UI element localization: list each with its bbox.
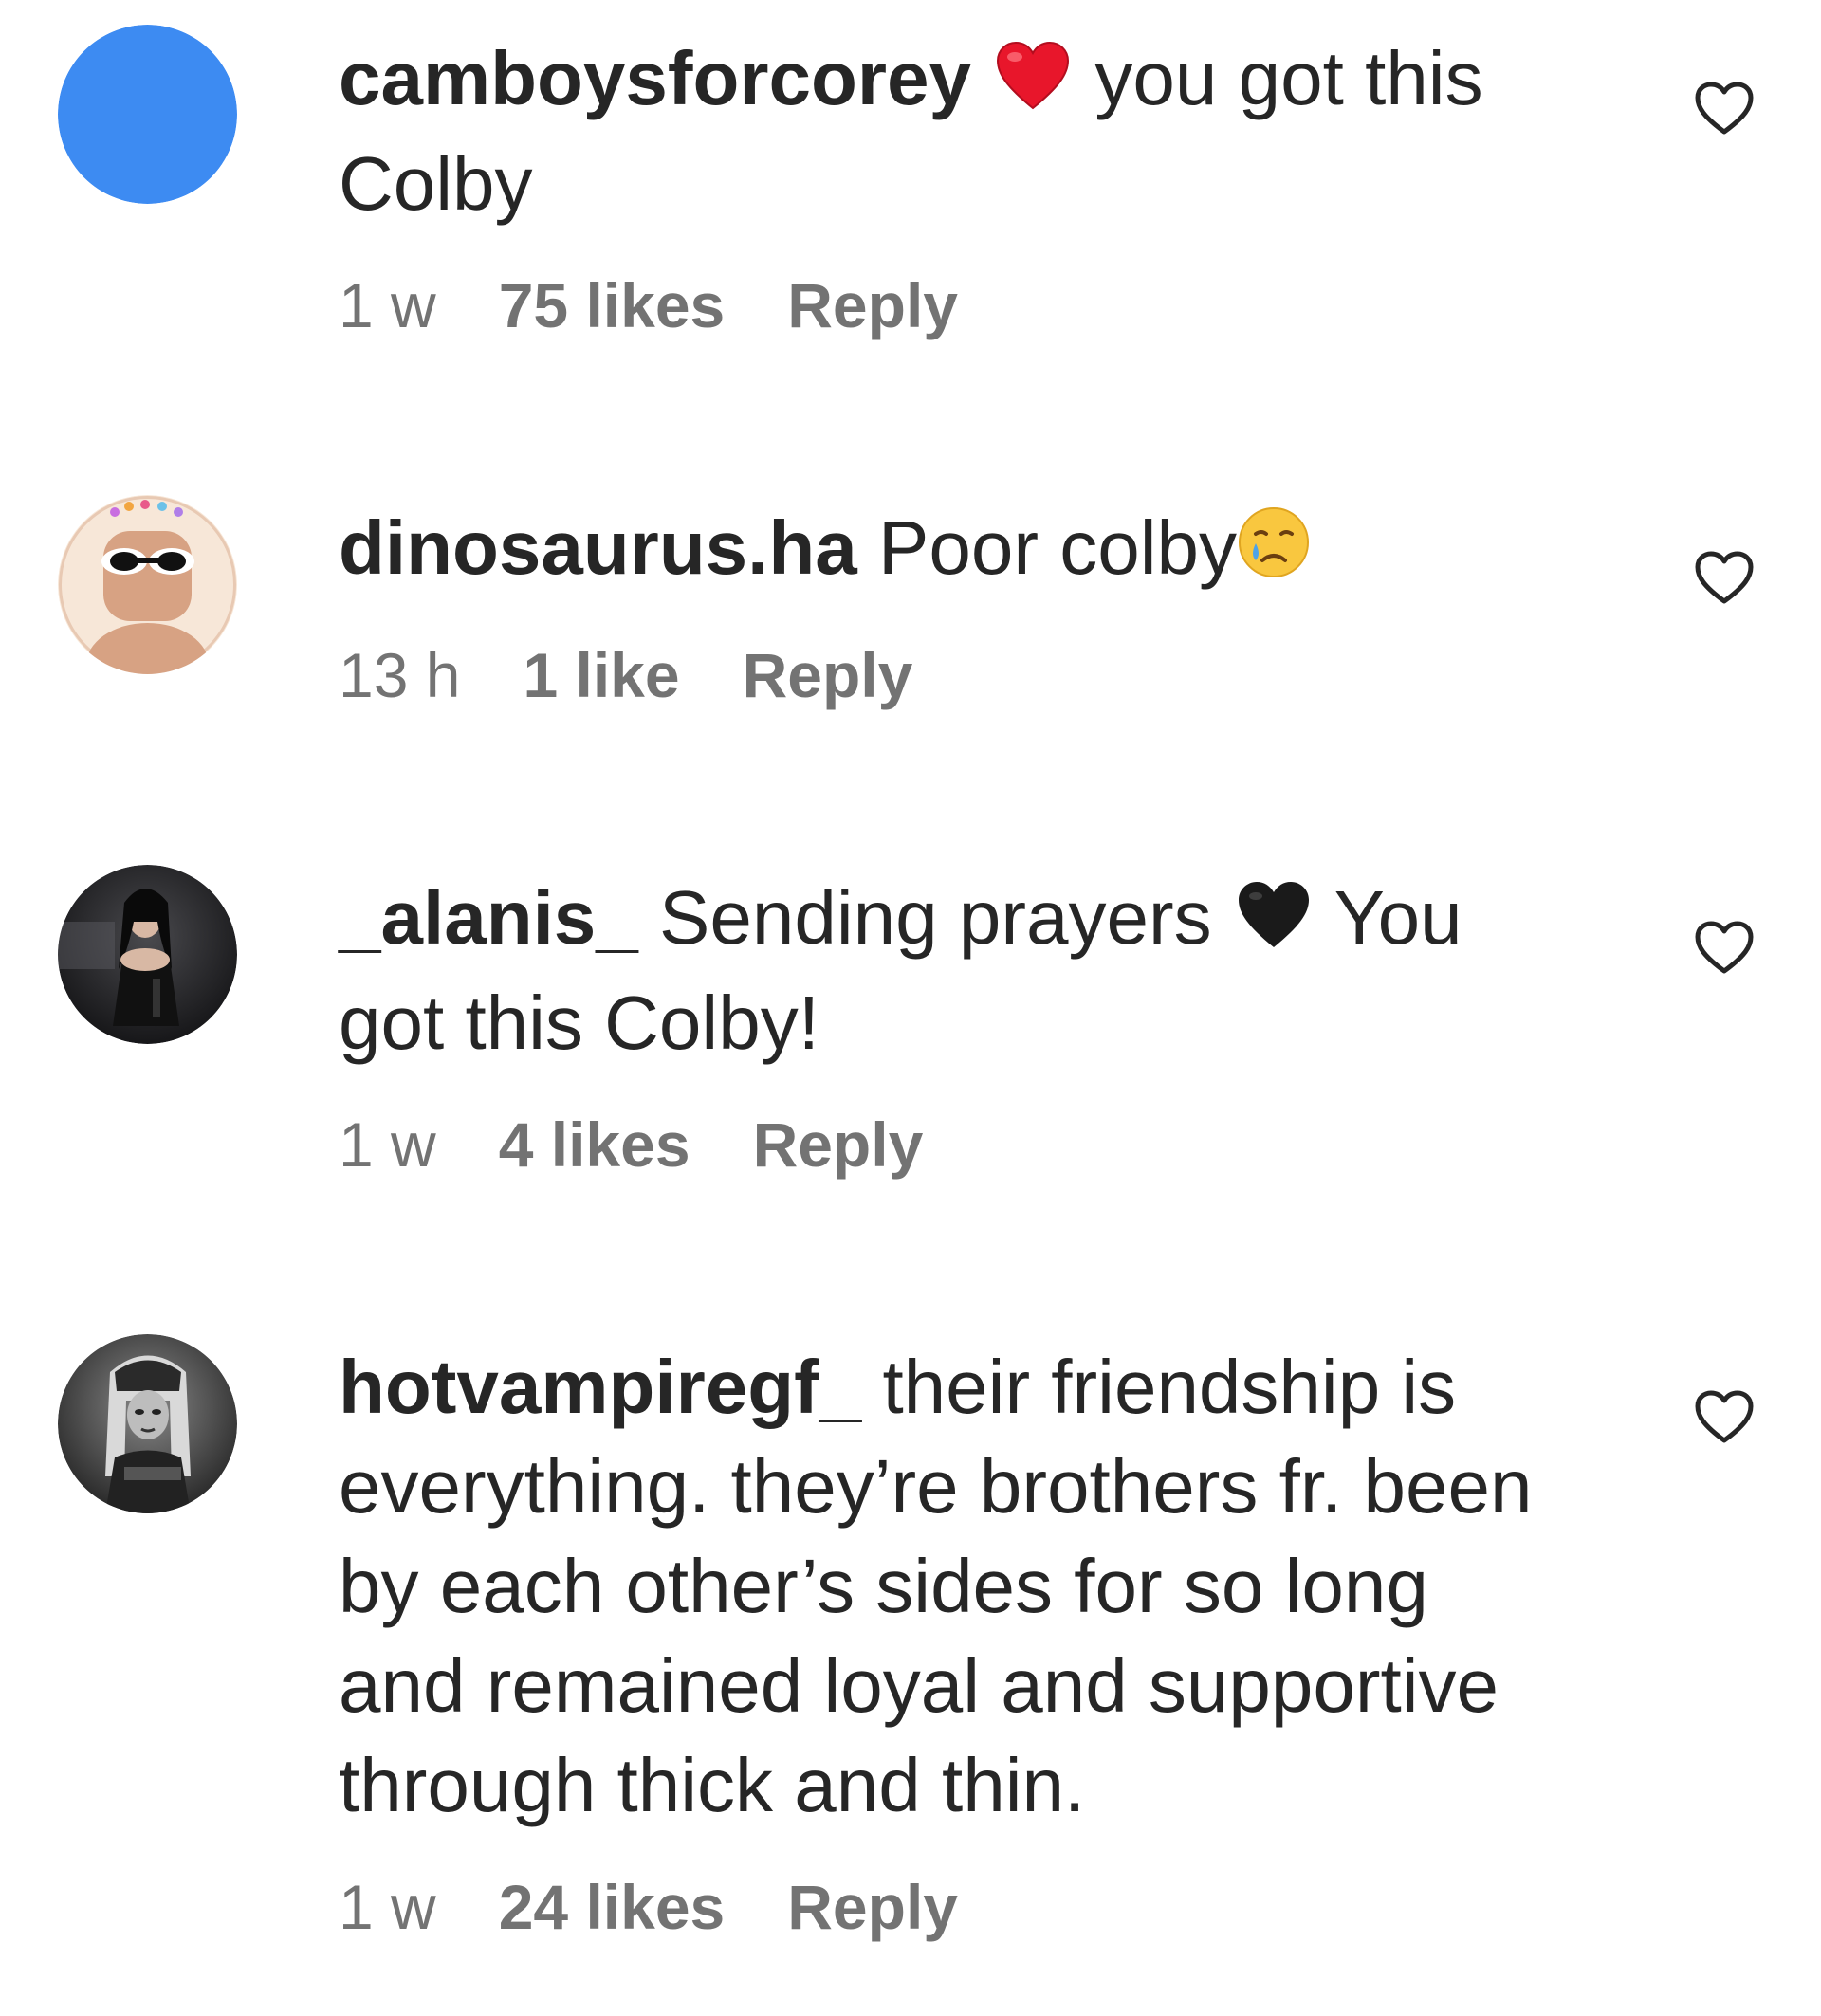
avatar-image xyxy=(58,495,237,674)
like-heart-icon[interactable] xyxy=(1694,81,1755,136)
red-heart-emoji-icon xyxy=(996,34,1070,134)
comment-message: Sending prayers xyxy=(659,875,1212,960)
reply-button[interactable]: Reply xyxy=(787,269,958,341)
comment-username[interactable]: _alanis_ xyxy=(339,875,638,960)
comment-meta: 1 w 75 likes Reply xyxy=(339,269,1562,341)
comment-likes[interactable]: 4 likes xyxy=(499,1109,690,1181)
avatar[interactable] xyxy=(58,25,237,204)
avatar[interactable] xyxy=(58,1334,237,1513)
avatar[interactable] xyxy=(58,495,237,674)
avatar-image xyxy=(58,25,237,204)
comment-time: 13 h xyxy=(339,640,461,710)
comment-meta: 1 w 24 likes Reply xyxy=(339,1871,1562,1943)
black-heart-emoji-icon xyxy=(1237,873,1311,973)
comment-username[interactable]: hotvampiregf_ xyxy=(339,1345,861,1429)
comment-body: dinosaurus.ha Poor colby 13 h 1 like Reply xyxy=(339,498,1562,711)
comment-likes[interactable]: 1 like xyxy=(523,639,679,711)
comment-text: dinosaurus.ha Poor colby xyxy=(339,498,1562,603)
comment-time: 1 w xyxy=(339,1872,436,1942)
crying-face-emoji-icon xyxy=(1237,504,1311,603)
comment-text: hotvampiregf_ their friendship is everyt… xyxy=(339,1337,1562,1835)
comment-message: Poor colby xyxy=(878,505,1237,590)
like-heart-icon[interactable] xyxy=(1694,920,1755,975)
like-heart-icon[interactable] xyxy=(1694,1389,1755,1444)
comment-meta: 1 w 4 likes Reply xyxy=(339,1109,1562,1181)
comment-body: _alanis_ Sending prayers You got this Co… xyxy=(339,868,1562,1181)
reply-button[interactable]: Reply xyxy=(743,639,913,711)
like-heart-icon[interactable] xyxy=(1694,550,1755,605)
comment-likes[interactable]: 75 likes xyxy=(499,269,726,341)
avatar-image xyxy=(58,865,237,1044)
comment-likes[interactable]: 24 likes xyxy=(499,1871,726,1943)
comment-text: camboysforcorey you got this Colby xyxy=(339,28,1562,233)
avatar[interactable] xyxy=(58,865,237,1044)
comment-time: 1 w xyxy=(339,1109,436,1180)
avatar-image xyxy=(58,1334,237,1513)
comment-time: 1 w xyxy=(339,270,436,340)
reply-button[interactable]: Reply xyxy=(787,1871,958,1943)
comment-username[interactable]: dinosaurus.ha xyxy=(339,505,857,590)
reply-button[interactable]: Reply xyxy=(753,1109,924,1181)
comment-meta: 13 h 1 like Reply xyxy=(339,639,1562,711)
comment-body: camboysforcorey you got this Colby 1 w 75… xyxy=(339,28,1562,341)
comment-body: hotvampiregf_ their friendship is everyt… xyxy=(339,1337,1562,1943)
comment-text: _alanis_ Sending prayers You got this Co… xyxy=(339,868,1562,1072)
comment-username[interactable]: camboysforcorey xyxy=(339,36,971,120)
